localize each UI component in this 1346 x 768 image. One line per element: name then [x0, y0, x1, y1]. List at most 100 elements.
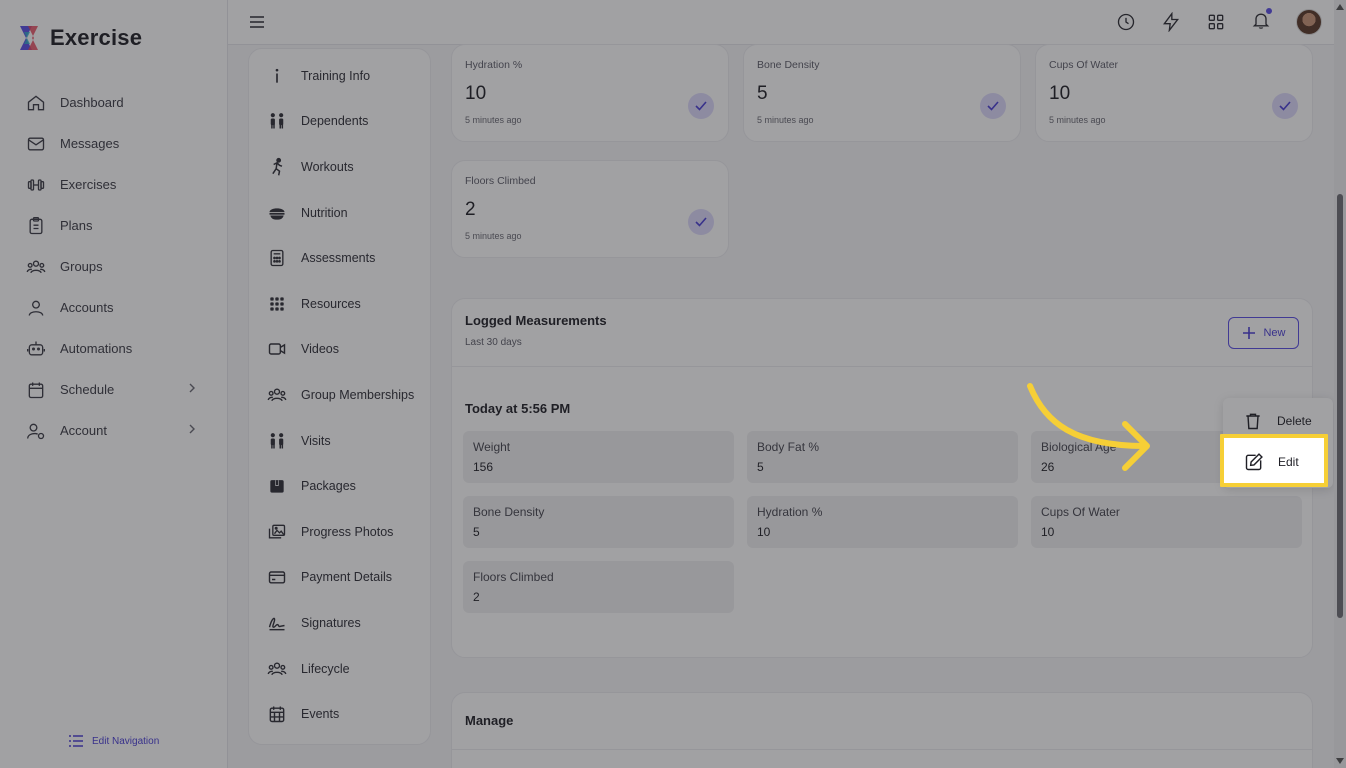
sub-nav-label: Signatures: [301, 615, 361, 630]
stat-label: Floors Climbed: [465, 175, 536, 187]
new-measurement-button[interactable]: New: [1228, 317, 1299, 349]
sub-nav-label: Payment Details: [301, 570, 393, 585]
nav-item-label: Schedule: [60, 382, 115, 397]
sub-nav-group-memberships[interactable]: Group Memberships: [249, 372, 430, 418]
notification-dot: [1266, 7, 1272, 14]
measurement-value: 10: [757, 525, 771, 539]
nav-item-dashboard[interactable]: Dashboard: [0, 82, 228, 123]
measurement-cell: Cups Of Water 10: [1031, 496, 1302, 548]
sub-nav-label: Visits: [301, 433, 331, 448]
check-icon: [695, 101, 707, 111]
nav-item-label: Exercises: [60, 177, 117, 192]
brand-name: Exercise: [50, 25, 143, 50]
sub-nav-payment-details[interactable]: Payment Details: [249, 555, 430, 601]
measurement-cell: Body Fat % 5: [747, 431, 1018, 483]
apps-grid-icon[interactable]: [1206, 12, 1226, 32]
scroll-down-arrow-icon[interactable]: [1336, 758, 1344, 764]
check-badge: [980, 93, 1006, 119]
measurement-label: Floors Climbed: [473, 570, 554, 584]
nav-item-plans[interactable]: Plans: [0, 205, 228, 246]
nav-item-schedule[interactable]: Schedule: [0, 369, 228, 410]
robot-icon: [27, 341, 45, 355]
nav-item-accounts[interactable]: Accounts: [0, 287, 228, 328]
delete-label: Delete: [1277, 414, 1312, 428]
stat-card-bone-density[interactable]: Bone Density 5 5 minutes ago: [743, 44, 1021, 142]
measurement-label: Cups Of Water: [1041, 505, 1120, 519]
sub-nav-lifecycle[interactable]: Lifecycle: [249, 646, 430, 692]
check-badge: [688, 209, 714, 235]
sub-nav-visits[interactable]: Visits: [249, 418, 430, 464]
sub-nav-label: Dependents: [301, 114, 369, 129]
brand[interactable]: Exercise: [16, 24, 142, 52]
sub-nav-label: Group Memberships: [301, 387, 415, 402]
edit-menu-item[interactable]: Edit: [1220, 434, 1328, 487]
top-bar-icons: [1116, 7, 1322, 35]
top-bar: [228, 0, 1346, 45]
check-badge: [1272, 93, 1298, 119]
nav-item-label: Plans: [60, 218, 93, 233]
sub-nav-label: Workouts: [301, 159, 354, 174]
check-icon: [987, 101, 999, 111]
lightning-icon[interactable]: [1161, 12, 1181, 32]
credit-card-icon: [268, 571, 286, 584]
stat-card-cups-of-water[interactable]: Cups Of Water 10 5 minutes ago: [1035, 44, 1313, 142]
sub-nav-resources[interactable]: Resources: [249, 281, 430, 327]
sub-nav-assessments[interactable]: Assessments: [249, 235, 430, 281]
measurement-value: 5: [473, 525, 480, 539]
measurement-label: Weight: [473, 440, 511, 454]
tutorial-arrow-icon: [1027, 383, 1150, 471]
edit-icon: [1245, 453, 1263, 471]
stat-value: 2: [465, 199, 476, 220]
nav-item-exercises[interactable]: Exercises: [0, 164, 228, 205]
edit-label: Edit: [1278, 455, 1299, 469]
nav-item-label: Accounts: [60, 300, 114, 315]
nav-item-automations[interactable]: Automations: [0, 328, 228, 369]
chevron-right-icon: [189, 383, 195, 393]
measurement-label: Hydration %: [757, 505, 823, 519]
sub-nav-packages[interactable]: Packages: [249, 463, 430, 509]
divider: [452, 749, 1312, 750]
left-navigation: Exercise Dashboard Messages Exercises Pl…: [0, 0, 228, 768]
stat-card-floors-climbed[interactable]: Floors Climbed 2 5 minutes ago: [451, 160, 729, 258]
sub-nav-label: Nutrition: [301, 205, 348, 220]
sub-nav-label: Progress Photos: [301, 524, 394, 539]
sub-nav-workouts[interactable]: Workouts: [249, 144, 430, 190]
sub-nav-training-info[interactable]: Training Info: [249, 53, 430, 99]
nav-item-label: Groups: [60, 259, 103, 274]
clipboard-icon: [29, 216, 43, 234]
notifications[interactable]: [1251, 7, 1272, 35]
scroll-thumb[interactable]: [1337, 194, 1343, 618]
measurement-label: Bone Density: [473, 505, 545, 519]
menu-icon[interactable]: [248, 13, 266, 31]
sub-nav-events[interactable]: Events: [249, 691, 430, 737]
new-button-label: New: [1263, 327, 1286, 339]
sub-nav-videos[interactable]: Videos: [249, 327, 430, 373]
sub-nav-progress-photos[interactable]: Progress Photos: [249, 509, 430, 555]
nav-item-label: Messages: [60, 136, 120, 151]
measurement-cell: Bone Density 5: [463, 496, 734, 548]
dumbbell-icon: [27, 178, 45, 191]
nav-item-account[interactable]: Account: [0, 410, 228, 451]
nav-list: Dashboard Messages Exercises Plans Group…: [0, 82, 228, 451]
avatar[interactable]: [1296, 9, 1322, 35]
client-sub-navigation: Training Info Dependents Workouts Nutrit…: [248, 48, 431, 745]
sub-nav-nutrition[interactable]: Nutrition: [249, 190, 430, 236]
chevron-right-icon: [189, 424, 195, 434]
check-badge: [688, 93, 714, 119]
edit-navigation-link[interactable]: Edit Navigation: [68, 734, 159, 748]
page-scrollbar[interactable]: [1334, 0, 1346, 768]
info-icon: [275, 68, 279, 83]
nav-item-messages[interactable]: Messages: [0, 123, 228, 164]
scroll-up-arrow-icon[interactable]: [1336, 4, 1344, 10]
entry-title: Today at 5:56 PM: [465, 401, 571, 416]
nav-item-groups[interactable]: Groups: [0, 246, 228, 287]
stat-card-hydration[interactable]: Hydration % 10 5 minutes ago: [451, 44, 729, 142]
edit-navigation-label: Edit Navigation: [92, 735, 160, 747]
user-gear-icon: [27, 423, 45, 439]
sub-nav-dependents[interactable]: Dependents: [249, 99, 430, 145]
stat-time: 5 minutes ago: [757, 115, 814, 125]
users-icon: [267, 662, 287, 675]
sub-nav-signatures[interactable]: Signatures: [249, 600, 430, 646]
clock-icon[interactable]: [1116, 12, 1136, 32]
divider: [452, 366, 1312, 367]
